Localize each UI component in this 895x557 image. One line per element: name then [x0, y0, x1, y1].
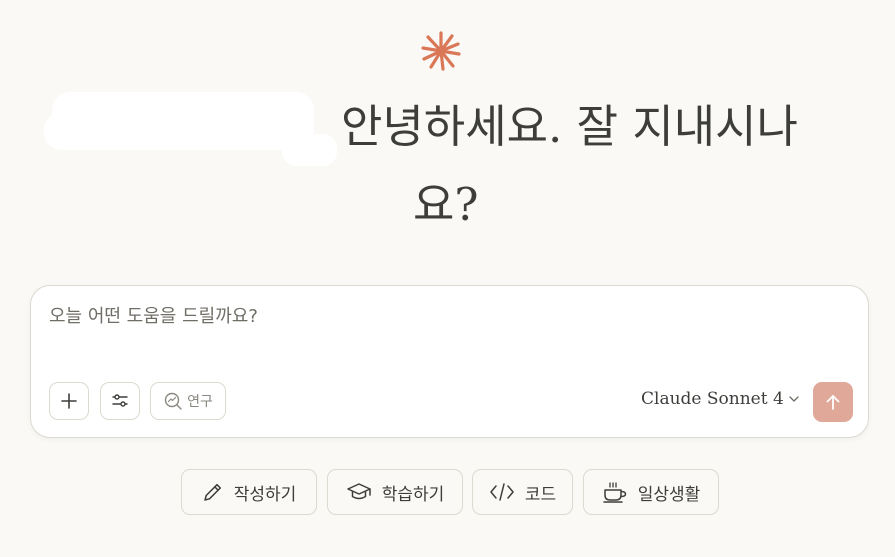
send-button[interactable]	[813, 382, 853, 422]
plus-icon	[61, 393, 77, 409]
redacted-name-part	[282, 134, 337, 166]
suggestion-learn-label: 학습하기	[381, 484, 445, 505]
suggestion-code-label: 코드	[524, 484, 557, 505]
chevron-down-icon	[789, 396, 799, 402]
new-chat-page: 안녕하세요. 잘 지내시나 요? 연구	[0, 0, 895, 557]
sliders-icon	[112, 394, 128, 407]
graduation-cap-icon	[346, 483, 371, 500]
pencil-icon	[203, 483, 221, 501]
code-icon	[490, 483, 514, 501]
tools-settings-button[interactable]	[100, 382, 140, 420]
suggestion-life-button[interactable]: 일상생활	[583, 469, 719, 515]
claude-logo-icon	[421, 31, 461, 71]
model-selector-label: Claude Sonnet 4	[641, 389, 784, 409]
greeting-heading: 안녕하세요. 잘 지내시나	[341, 100, 798, 153]
coffee-cup-icon	[602, 482, 626, 503]
research-search-icon	[164, 392, 182, 410]
suggestion-write-label: 작성하기	[233, 484, 297, 505]
model-selector[interactable]: Claude Sonnet 4	[641, 389, 800, 409]
arrow-up-icon	[826, 395, 840, 410]
suggestion-write-button[interactable]: 작성하기	[181, 469, 317, 515]
suggestion-life-label: 일상생활	[637, 484, 701, 505]
add-attachment-button[interactable]	[49, 382, 89, 420]
research-button-label: 연구	[187, 394, 213, 410]
message-composer: 연구 Claude Sonnet 4	[30, 285, 869, 438]
message-input[interactable]	[49, 306, 829, 327]
research-button[interactable]: 연구	[150, 382, 226, 420]
redacted-name-part	[44, 112, 124, 150]
greeting-heading-continued: 요?	[413, 178, 479, 231]
suggestion-code-button[interactable]: 코드	[472, 469, 573, 515]
suggestion-learn-button[interactable]: 학습하기	[327, 469, 463, 515]
